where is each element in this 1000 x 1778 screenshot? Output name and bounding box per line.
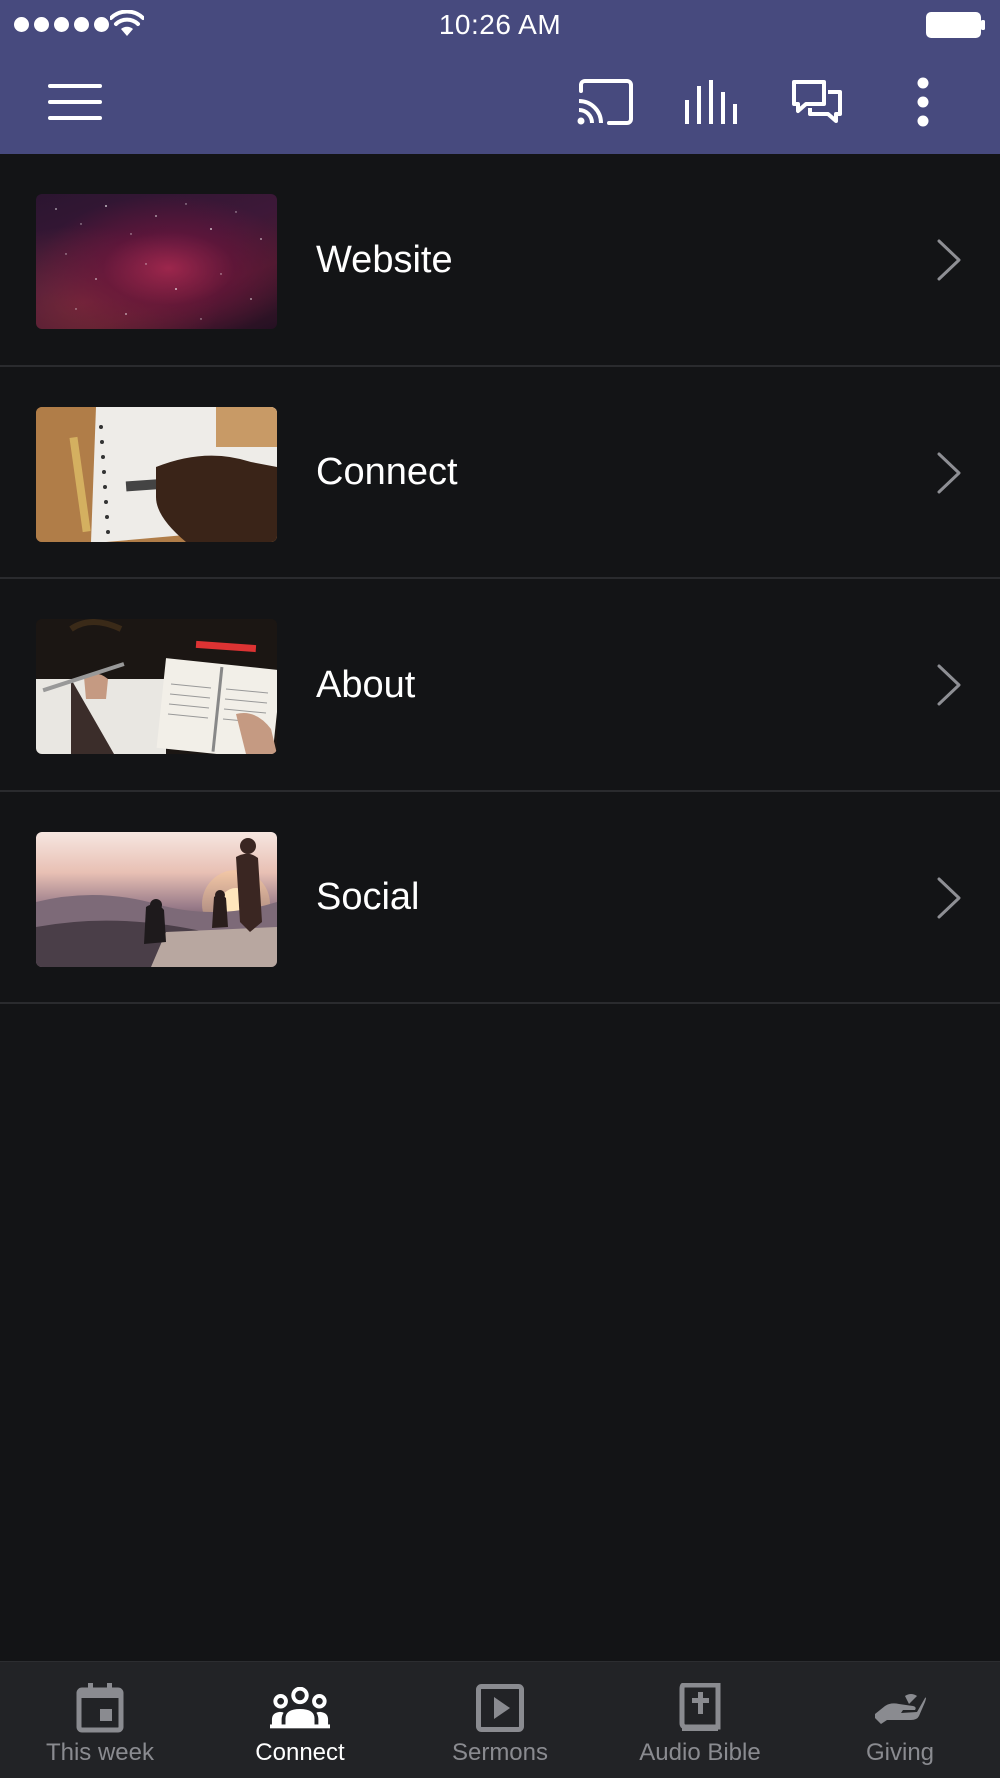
tab-this-week[interactable]: This week (0, 1662, 200, 1778)
tab-label: This week (45, 1739, 155, 1766)
tab-label: Sermons (451, 1739, 549, 1766)
list-item-social[interactable]: Social (0, 792, 1000, 1004)
list-item-about[interactable]: About (0, 579, 1000, 792)
people-icon (270, 1680, 330, 1736)
bottom-tab-bar: This week Connect Sermons Audio Bible Gi… (0, 1661, 1000, 1778)
tab-label: Connect (255, 1739, 345, 1766)
connect-list: Website Connect About Social (0, 154, 1000, 1004)
menu-button[interactable] (30, 50, 120, 154)
chat-button[interactable] (772, 50, 862, 154)
list-item-website[interactable]: Website (0, 154, 1000, 367)
status-bar: 10:26 AM (0, 0, 1000, 50)
chevron-right-icon (937, 877, 961, 918)
list-item-label: Social (316, 876, 420, 918)
sunset-hikers-image (36, 831, 277, 967)
tab-label: Audio Bible (639, 1739, 761, 1766)
equalizer-icon (685, 80, 737, 124)
notebook-writing-image (36, 406, 277, 542)
tab-giving[interactable]: Giving (800, 1662, 1000, 1778)
tab-label: Giving (865, 1739, 935, 1766)
bible-icon (670, 1680, 730, 1736)
chevron-right-icon (937, 452, 961, 493)
more-vertical-icon (917, 77, 929, 127)
chevron-right-icon (937, 664, 961, 706)
play-icon (470, 1680, 530, 1736)
list-item-label: Connect (316, 451, 458, 493)
app-bar (0, 50, 1000, 154)
list-item-label: About (316, 663, 416, 706)
list-item-connect[interactable]: Connect (0, 367, 1000, 579)
equalizer-button[interactable] (666, 50, 756, 154)
status-time: 10:26 AM (438, 9, 562, 40)
app-screen: 10:26 AM Website Connect About Social Th… (0, 0, 1000, 1778)
calendar-icon (70, 1680, 130, 1736)
list-item-label: Website (316, 238, 453, 281)
tab-audio-bible[interactable]: Audio Bible (600, 1662, 800, 1778)
cast-button[interactable] (560, 50, 650, 154)
night-sky-image (36, 194, 277, 329)
battery-icon (926, 12, 985, 38)
menu-icon (48, 84, 102, 120)
cast-icon (577, 79, 633, 125)
chevron-right-icon (937, 239, 961, 281)
tab-sermons[interactable]: Sermons (400, 1662, 600, 1778)
bible-study-image (36, 619, 277, 754)
tab-connect[interactable]: Connect (200, 1662, 400, 1778)
giving-hand-icon (870, 1680, 930, 1736)
more-options-button[interactable] (878, 50, 968, 154)
chat-icon (792, 80, 842, 123)
